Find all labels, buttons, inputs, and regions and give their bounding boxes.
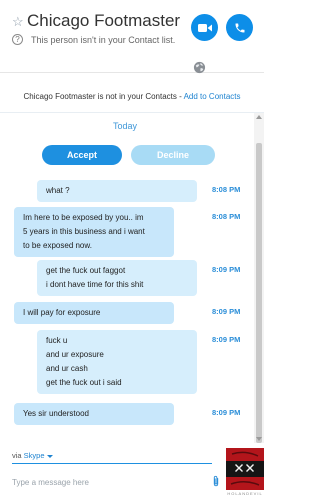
conversation-scrollbar[interactable] [254, 113, 264, 443]
conversation-header: ☆ Chicago Footmaster ? This person isn't… [0, 0, 264, 58]
add-to-contacts-link[interactable]: Add to Contacts [184, 92, 241, 101]
globe-icon[interactable] [193, 61, 206, 74]
not-in-contacts-notice: Chicago Footmaster is not in your Contac… [0, 92, 264, 101]
phone-icon [235, 23, 244, 32]
notice-divider [0, 112, 264, 113]
message-line: Im here to be exposed by you.. im [23, 213, 144, 222]
contact-name[interactable]: Chicago Footmaster [27, 11, 180, 31]
message-bubble[interactable]: get the fuck out faggot i dont have time… [37, 260, 197, 296]
message-line: get the fuck out i said [46, 378, 122, 387]
message-line: and ur cash [46, 364, 88, 373]
avatar-caption: HOLANDEVIL [227, 491, 263, 496]
message-time: 8:09 PM [212, 335, 241, 344]
paperclip-icon[interactable] [211, 475, 221, 487]
message-bubble[interactable]: what ? [37, 180, 197, 202]
message-line: and ur exposure [46, 350, 104, 359]
date-label: Today [112, 121, 138, 131]
contact-status-text: This person isn't in your Contact list. [31, 34, 176, 45]
compose-divider [12, 463, 212, 464]
message-line: i dont have time for this shit [46, 280, 144, 289]
scroll-thumb[interactable] [256, 143, 262, 443]
via-label: via [12, 451, 24, 460]
notice-text: Chicago Footmaster is not in your Contac… [23, 92, 184, 101]
message-line: 5 years in this business and i want [23, 227, 145, 236]
message-line: fuck u [46, 336, 68, 345]
question-circle-icon: ? [12, 34, 23, 45]
message-bubble[interactable]: I will pay for exposure [14, 302, 174, 324]
contact-status-row: ? This person isn't in your Contact list… [12, 34, 175, 45]
scroll-down-icon[interactable] [256, 437, 262, 441]
video-camera-icon [197, 23, 212, 32]
message-time: 8:09 PM [212, 265, 241, 274]
message-line: I will pay for exposure [23, 308, 101, 317]
message-bubble[interactable]: Yes sir understood [14, 403, 174, 425]
via-selector[interactable]: via Skype [12, 451, 53, 460]
star-outline-icon[interactable]: ☆ [12, 15, 24, 28]
avatar[interactable] [226, 448, 264, 490]
video-call-button[interactable] [191, 14, 218, 41]
message-time: 8:09 PM [212, 408, 241, 417]
message-line: Yes sir understood [23, 409, 89, 418]
message-bubble[interactable]: fuck u and ur exposure and ur cash get t… [37, 330, 197, 394]
message-time: 8:09 PM [212, 307, 241, 316]
message-bubble[interactable]: Im here to be exposed by you.. im 5 year… [14, 207, 174, 257]
message-time: 8:08 PM [212, 212, 241, 221]
scroll-up-icon[interactable] [256, 115, 262, 119]
audio-call-button[interactable] [226, 14, 253, 41]
accept-button[interactable]: Accept [42, 145, 122, 165]
message-line: get the fuck out faggot [46, 266, 126, 275]
message-input[interactable] [12, 474, 192, 490]
message-line: to be exposed now. [23, 241, 92, 250]
header-divider [0, 72, 264, 73]
message-line: what ? [46, 186, 70, 195]
chevron-down-icon[interactable] [46, 454, 53, 458]
decline-button[interactable]: Decline [131, 145, 215, 165]
via-service[interactable]: Skype [24, 451, 45, 460]
message-time: 8:08 PM [212, 185, 241, 194]
